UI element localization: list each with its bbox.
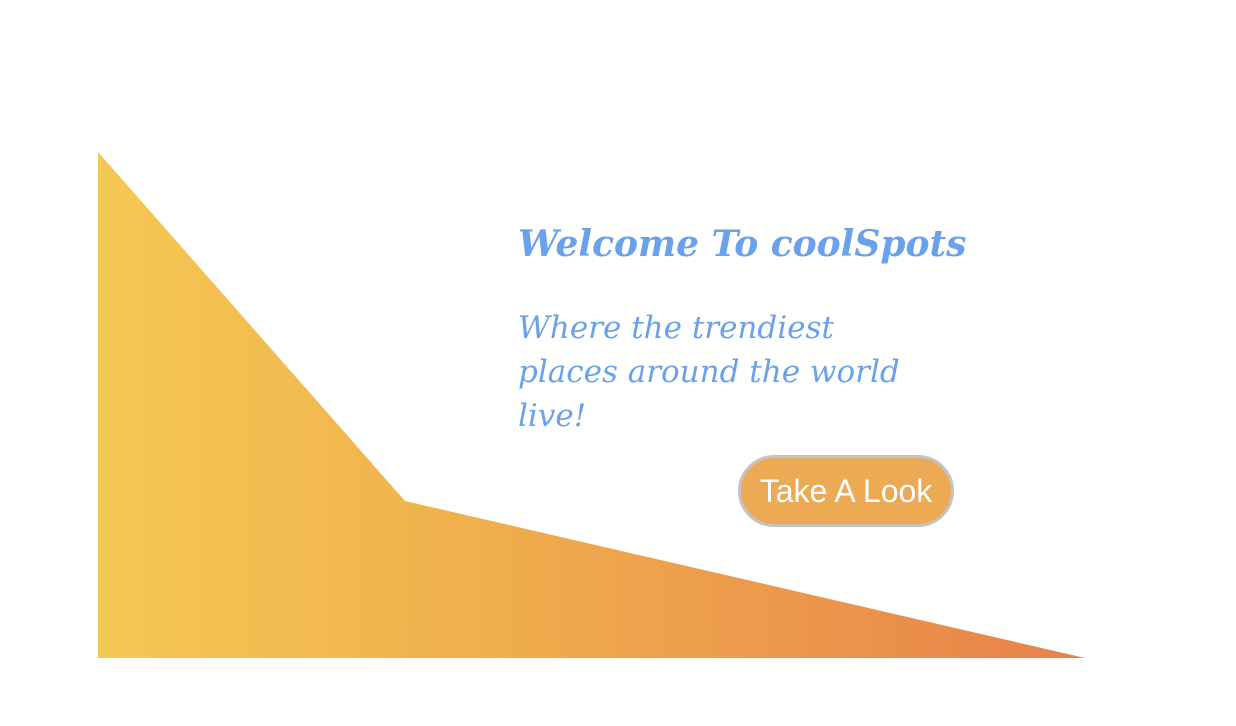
take-a-look-button[interactable]: Take A Look: [738, 455, 954, 527]
landing-page: Welcome To coolSpots Where the trendiest…: [0, 0, 1236, 726]
welcome-heading: Welcome To coolSpots: [518, 223, 967, 265]
tagline-text: Where the trendiest places around the wo…: [518, 310, 900, 434]
